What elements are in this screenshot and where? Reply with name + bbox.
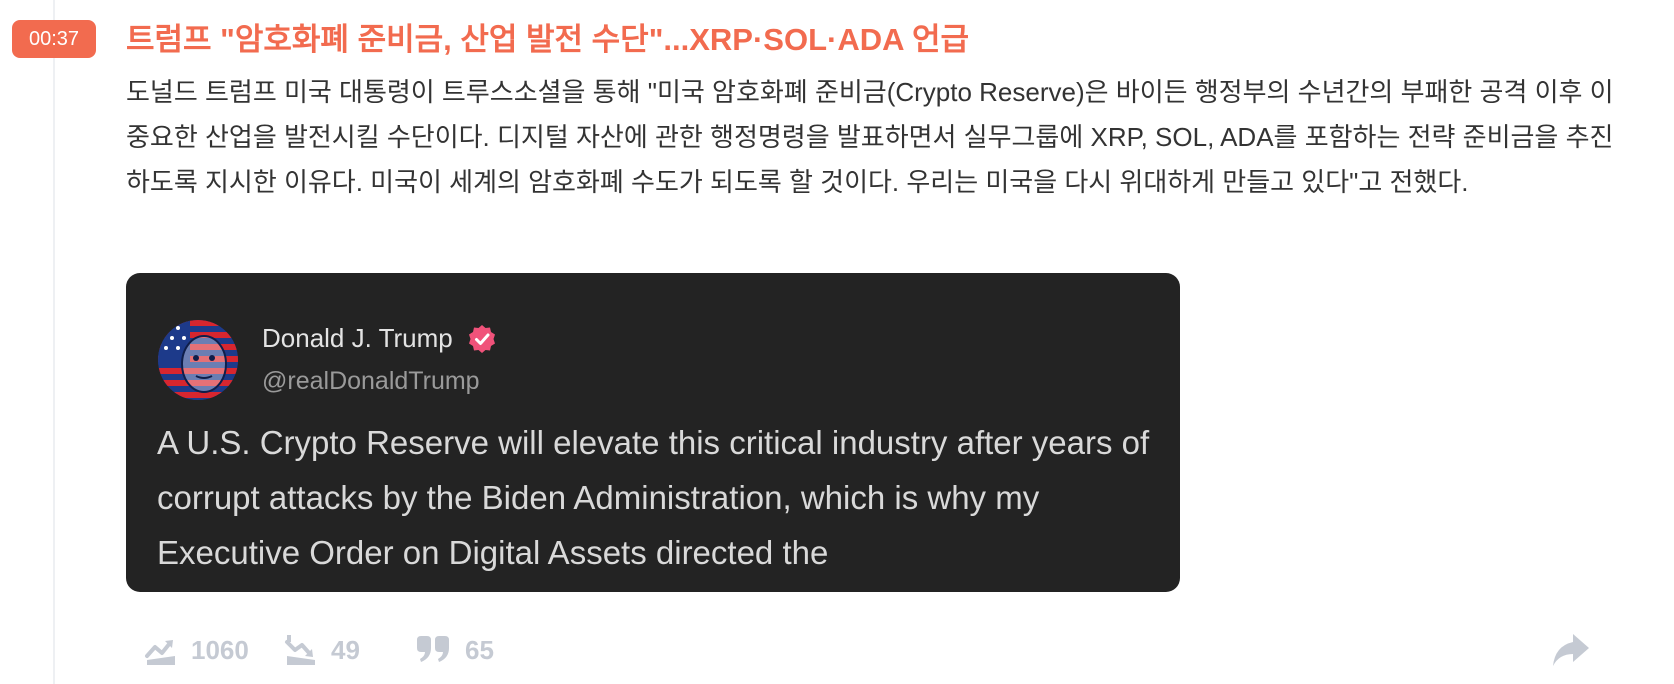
trend-down-icon <box>283 632 319 668</box>
bullish-button[interactable]: 1060 <box>143 628 249 672</box>
share-button[interactable] <box>1549 628 1593 672</box>
action-bar: 1060 49 65 <box>143 628 1603 672</box>
news-body: 도널드 트럼프 미국 대통령이 트루스소셜을 통해 "미국 암호화폐 준비금(C… <box>126 77 1614 197</box>
news-item: 트럼프 "암호화폐 준비금, 산업 발전 수단"...XRP·SOL·ADA 언… <box>126 18 1626 205</box>
share-arrow-icon <box>1549 634 1593 676</box>
comments-button[interactable]: 65 <box>413 628 494 672</box>
tweet-author-name[interactable]: Donald J. Trump <box>262 323 453 354</box>
trend-up-icon <box>143 632 179 668</box>
comments-count: 65 <box>465 634 494 665</box>
verified-badge-icon <box>466 323 498 355</box>
quote-icon <box>413 632 453 668</box>
embedded-tweet-card[interactable]: Donald J. Trump @realDonaldTrump A U.S. … <box>126 273 1180 592</box>
bullish-count: 1060 <box>191 634 249 665</box>
bearish-button[interactable]: 49 <box>283 628 360 672</box>
timeline-line <box>53 0 55 684</box>
news-headline[interactable]: 트럼프 "암호화폐 준비금, 산업 발전 수단"...XRP·SOL·ADA 언… <box>126 18 1626 62</box>
tweet-handle[interactable]: @realDonaldTrump <box>262 367 480 396</box>
tweet-text: A U.S. Crypto Reserve will elevate this … <box>157 424 1150 571</box>
time-badge: 00:37 <box>12 20 96 58</box>
avatar[interactable] <box>158 320 238 400</box>
bearish-count: 49 <box>331 634 360 665</box>
